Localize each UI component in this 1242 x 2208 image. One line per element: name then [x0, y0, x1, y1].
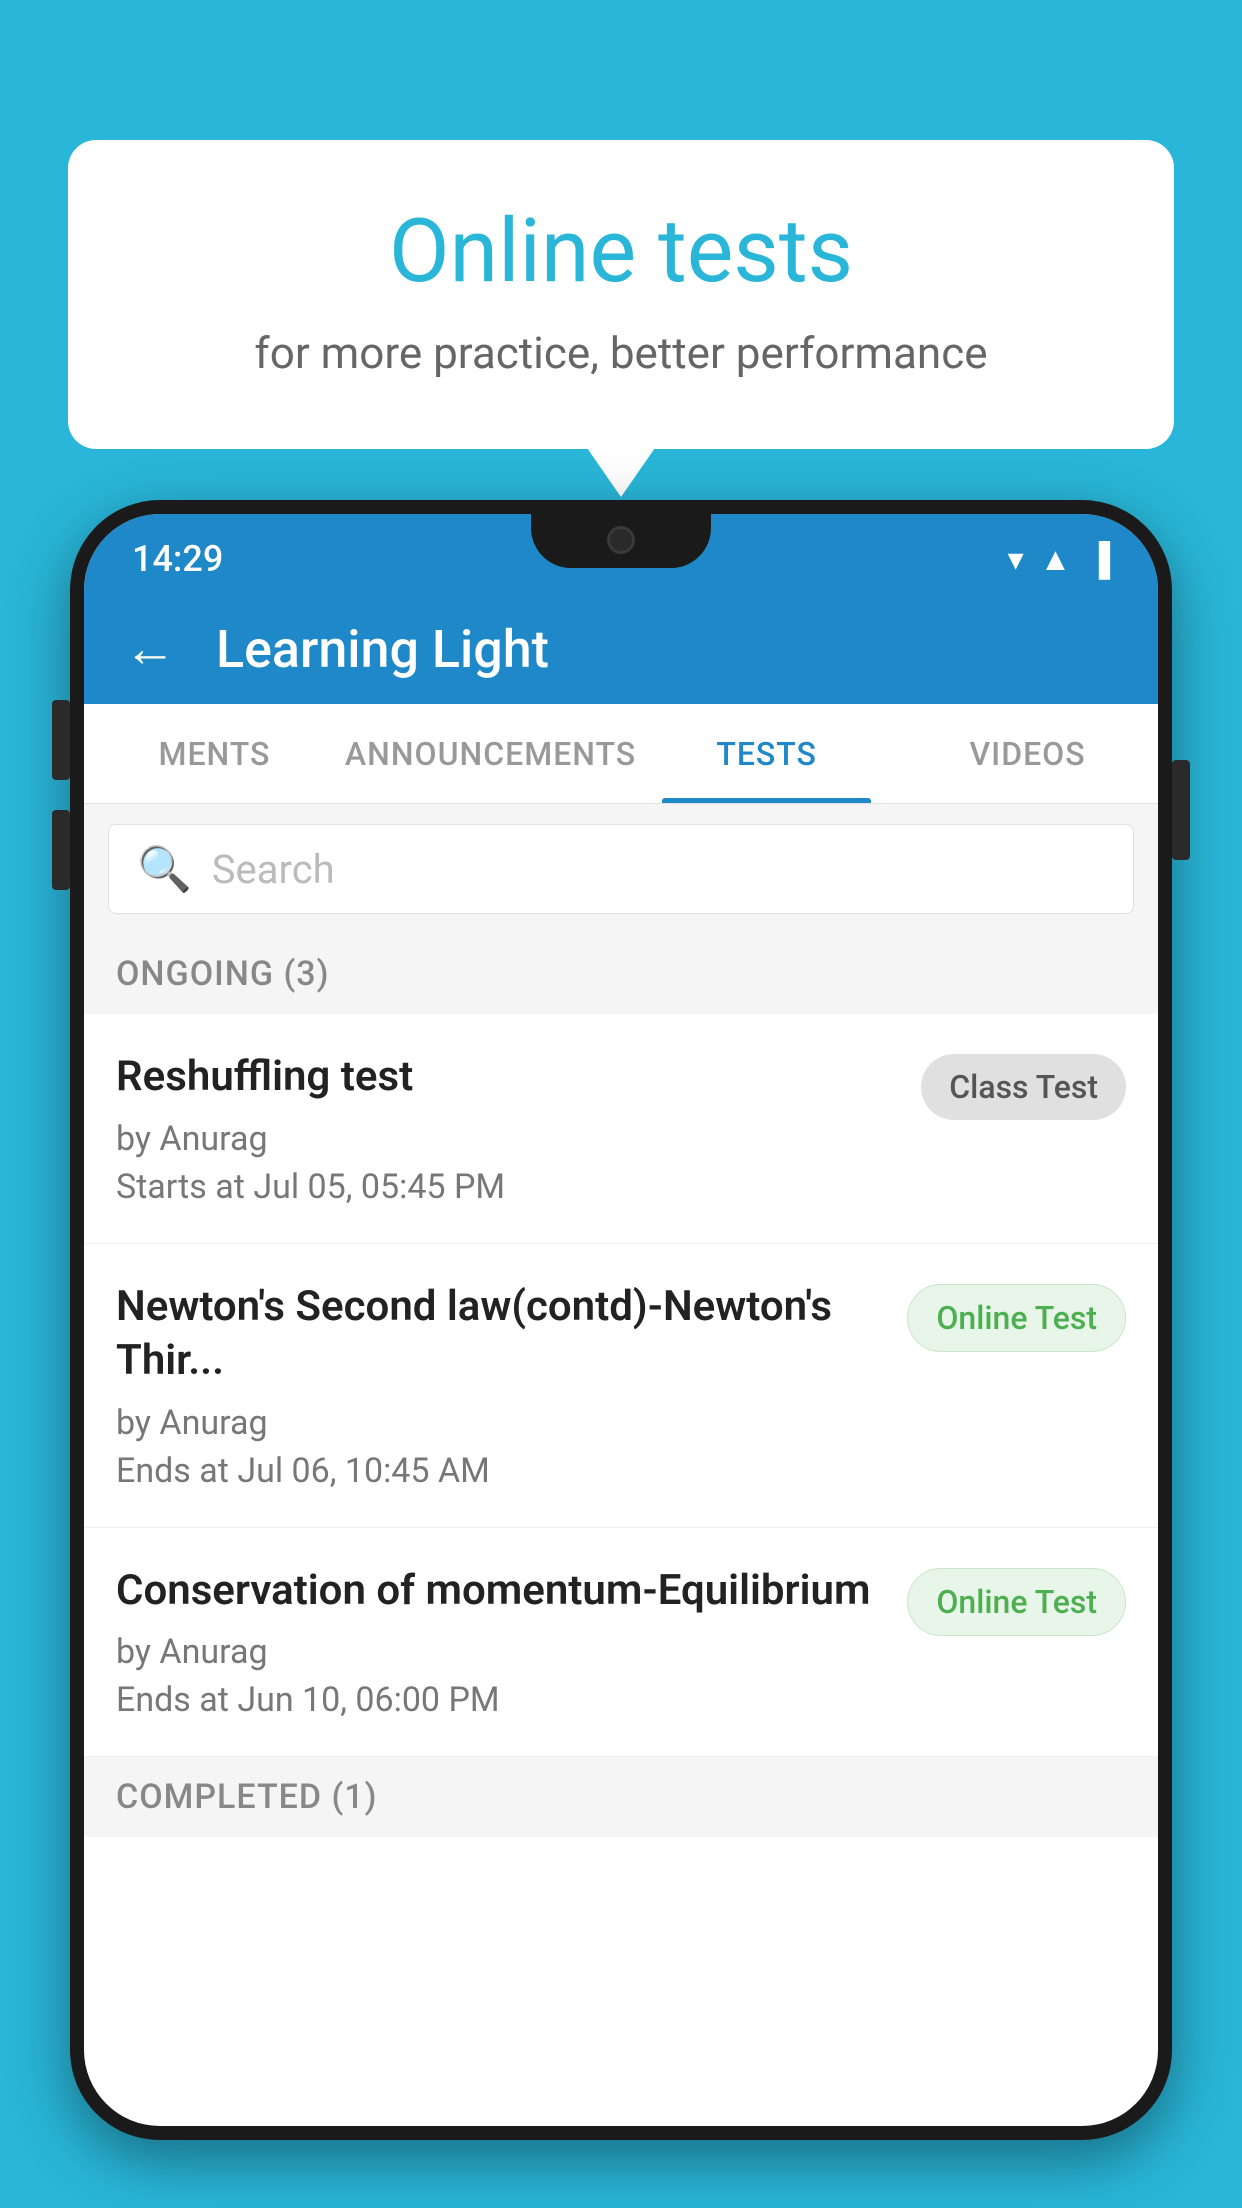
test-time: Ends at Jul 06, 10:45 AM	[116, 1451, 887, 1491]
test-time: Ends at Jun 10, 06:00 PM	[116, 1680, 887, 1720]
battery-icon: ▐	[1087, 540, 1110, 578]
search-icon: 🔍	[137, 843, 192, 895]
test-badge: Online Test	[907, 1568, 1126, 1636]
front-camera	[607, 526, 635, 554]
tab-tests[interactable]: TESTS	[636, 704, 897, 803]
tab-videos[interactable]: VIDEOS	[897, 704, 1158, 803]
phone-wrapper: 14:29 ▾ ▲ ▐ ← Learning Light MENTS ANNOU…	[70, 500, 1172, 2208]
test-time: Starts at Jul 05, 05:45 PM	[116, 1167, 901, 1207]
test-by: by Anurag	[116, 1119, 901, 1159]
tabs-bar: MENTS ANNOUNCEMENTS TESTS VIDEOS	[84, 704, 1158, 804]
test-by: by Anurag	[116, 1403, 887, 1443]
search-container: 🔍 Search	[84, 804, 1158, 934]
test-info: Reshuffling test by Anurag Starts at Jul…	[116, 1050, 901, 1207]
volume-down-button[interactable]	[52, 810, 70, 890]
app-title: Learning Light	[216, 619, 549, 680]
tab-ments[interactable]: MENTS	[84, 704, 345, 803]
wifi-icon: ▾	[1008, 540, 1024, 578]
ongoing-section-header: ONGOING (3)	[84, 934, 1158, 1014]
app-header: ← Learning Light	[84, 594, 1158, 704]
status-time: 14:29	[132, 538, 223, 580]
test-item[interactable]: Newton's Second law(contd)-Newton's Thir…	[84, 1244, 1158, 1528]
phone-outer: 14:29 ▾ ▲ ▐ ← Learning Light MENTS ANNOU…	[70, 500, 1172, 2140]
volume-up-button[interactable]	[52, 700, 70, 780]
test-badge: Online Test	[907, 1284, 1126, 1352]
test-badge: Class Test	[921, 1054, 1126, 1120]
speech-bubble: Online tests for more practice, better p…	[68, 140, 1174, 449]
completed-section-header: COMPLETED (1)	[84, 1757, 1158, 1837]
test-name: Conservation of momentum-Equilibrium	[116, 1564, 887, 1619]
test-list: Reshuffling test by Anurag Starts at Jul…	[84, 1014, 1158, 1757]
test-info: Conservation of momentum-Equilibrium by …	[116, 1564, 887, 1721]
phone-notch	[531, 514, 711, 568]
search-box[interactable]: 🔍 Search	[108, 824, 1134, 914]
test-item[interactable]: Reshuffling test by Anurag Starts at Jul…	[84, 1014, 1158, 1244]
phone-screen: 14:29 ▾ ▲ ▐ ← Learning Light MENTS ANNOU…	[84, 514, 1158, 2126]
speech-bubble-title: Online tests	[148, 200, 1094, 303]
test-by: by Anurag	[116, 1632, 887, 1672]
power-button[interactable]	[1172, 760, 1190, 860]
tab-announcements[interactable]: ANNOUNCEMENTS	[345, 704, 636, 803]
search-input[interactable]: Search	[212, 846, 335, 893]
test-item[interactable]: Conservation of momentum-Equilibrium by …	[84, 1528, 1158, 1758]
speech-bubble-subtitle: for more practice, better performance	[148, 327, 1094, 379]
status-icons: ▾ ▲ ▐	[1008, 540, 1110, 578]
test-name: Newton's Second law(contd)-Newton's Thir…	[116, 1280, 887, 1389]
test-name: Reshuffling test	[116, 1050, 901, 1105]
signal-icon: ▲	[1040, 540, 1072, 578]
test-info: Newton's Second law(contd)-Newton's Thir…	[116, 1280, 887, 1491]
back-button[interactable]: ←	[124, 623, 176, 675]
